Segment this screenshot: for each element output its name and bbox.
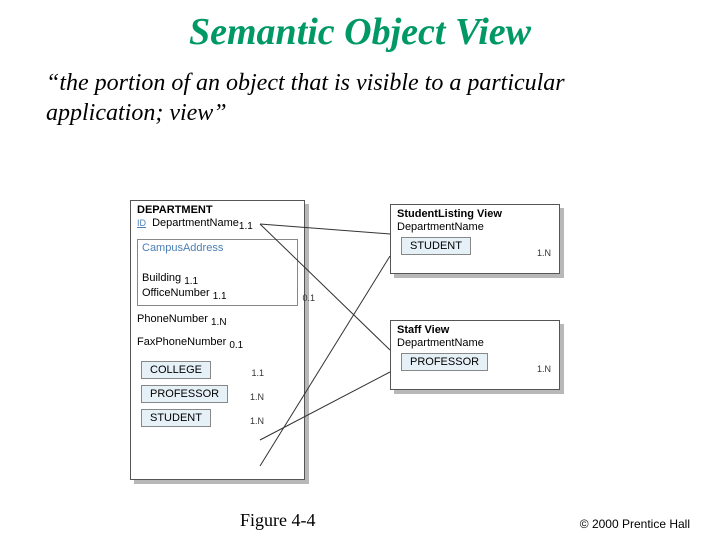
building-row: Building 1.1 xyxy=(142,272,293,287)
student-object: STUDENT xyxy=(141,409,211,427)
professor-card: 1.N xyxy=(250,392,264,402)
professor-row: PROFESSOR 1.N xyxy=(131,382,304,406)
student-view-student-object: STUDENT xyxy=(401,237,471,255)
office-label: OfficeNumber xyxy=(142,287,210,299)
staff-view-professor-row: PROFESSOR 1.N xyxy=(391,350,559,374)
staff-view-professor-object: PROFESSOR xyxy=(401,353,488,371)
department-name-row: ID DepartmentName1.1 xyxy=(131,216,304,233)
staff-view-name: DepartmentName xyxy=(391,336,559,350)
student-view-name: DepartmentName xyxy=(391,220,559,234)
office-row: OfficeNumber 1.1 xyxy=(142,287,293,302)
department-header: DEPARTMENT xyxy=(131,201,304,216)
student-view-card: 1.N xyxy=(537,248,551,258)
student-view-box: StudentListing View DepartmentName STUDE… xyxy=(390,204,560,274)
college-row: COLLEGE 1.1 xyxy=(131,358,304,382)
figure-label: Figure 4-4 xyxy=(240,510,316,531)
department-name-label: DepartmentName xyxy=(152,217,239,229)
department-name-card: 1.1 xyxy=(239,221,253,232)
phone-card: 1.N xyxy=(211,317,227,328)
staff-view-card: 1.N xyxy=(537,364,551,374)
building-card: 1.1 xyxy=(184,276,198,287)
department-box: DEPARTMENT ID DepartmentName1.1 CampusAd… xyxy=(130,200,305,480)
campus-group-card: 0.1 xyxy=(302,293,315,303)
campus-address-group: CampusAddress Building 1.1 OfficeNumber … xyxy=(137,239,298,305)
building-label: Building xyxy=(142,272,181,284)
fax-card: 0.1 xyxy=(229,340,243,351)
student-view-student-row: STUDENT 1.N xyxy=(391,234,559,258)
staff-view-header: Staff View xyxy=(391,321,559,336)
slide-subtitle: “the portion of an object that is visibl… xyxy=(46,68,674,128)
professor-object: PROFESSOR xyxy=(141,385,228,403)
student-card: 1.N xyxy=(250,416,264,426)
slide-title: Semantic Object View xyxy=(0,10,720,54)
student-row: STUDENT 1.N xyxy=(131,406,304,430)
diagram-area: DEPARTMENT ID DepartmentName1.1 CampusAd… xyxy=(130,200,600,500)
staff-view-box: Staff View DepartmentName PROFESSOR 1.N xyxy=(390,320,560,390)
campus-address-label: CampusAddress xyxy=(142,242,293,254)
fax-label: FaxPhoneNumber xyxy=(137,336,226,348)
fax-row: FaxPhoneNumber 0.1 xyxy=(131,335,304,352)
student-view-header: StudentListing View xyxy=(391,205,559,220)
phone-label: PhoneNumber xyxy=(137,313,208,325)
copyright-text: © 2000 Prentice Hall xyxy=(580,517,690,531)
phone-row: PhoneNumber 1.N xyxy=(131,312,304,329)
office-card: 1.1 xyxy=(213,292,227,303)
id-prefix: ID xyxy=(137,218,146,228)
college-card: 1.1 xyxy=(251,368,264,378)
college-object: COLLEGE xyxy=(141,361,211,379)
